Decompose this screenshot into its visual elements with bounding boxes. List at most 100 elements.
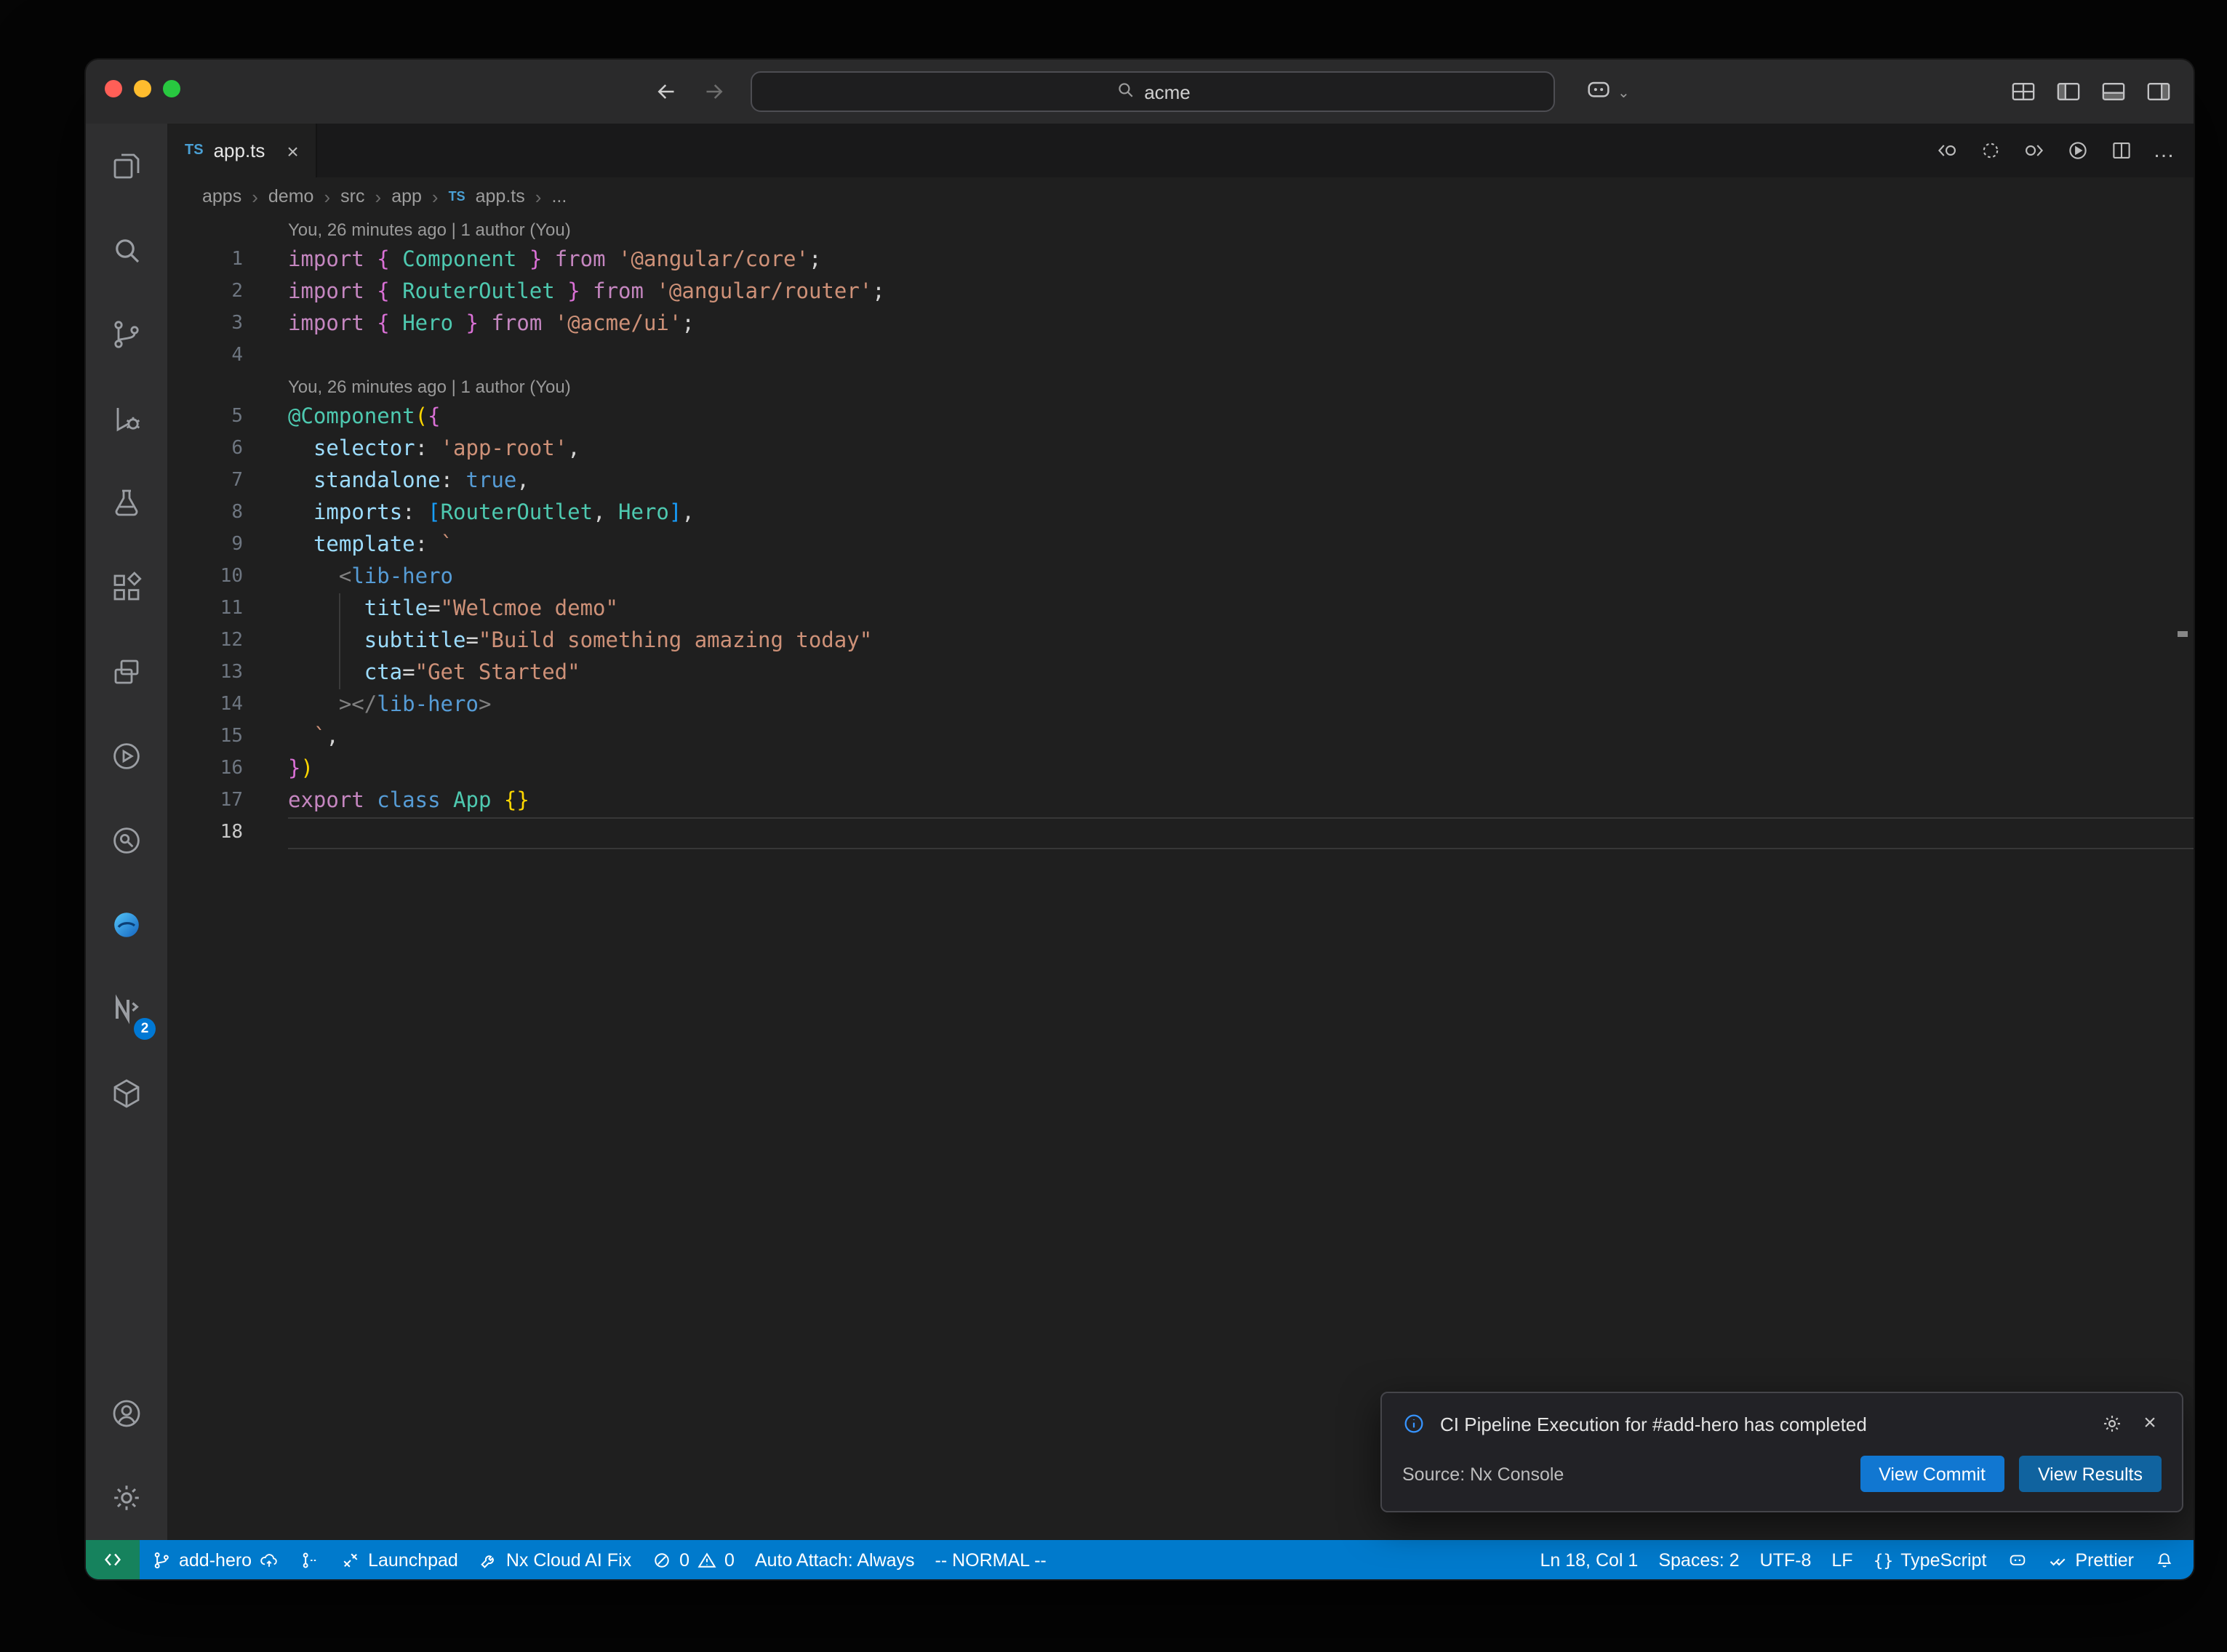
code-line-4[interactable]: 4: [167, 340, 2194, 372]
code-line-13[interactable]: 13 cta="Get Started": [167, 657, 2194, 689]
overview-ruler[interactable]: [2173, 215, 2194, 1540]
remote-indicator[interactable]: [86, 1540, 140, 1579]
notification-settings-gear-icon[interactable]: [2100, 1412, 2124, 1435]
breadcrumb-item-file[interactable]: app.ts: [476, 186, 525, 206]
run-debug-icon[interactable]: [86, 377, 167, 461]
command-center-search[interactable]: acme: [751, 71, 1555, 112]
dependencies-icon[interactable]: [86, 1051, 167, 1136]
vim-mode-item[interactable]: -- NORMAL --: [925, 1540, 1057, 1579]
toggle-sidebar-left-icon[interactable]: [2054, 77, 2083, 106]
code-line-9[interactable]: 9 template: `: [167, 529, 2194, 561]
code-text: export class App {}: [288, 785, 2194, 817]
close-tab-icon[interactable]: ×: [287, 139, 298, 162]
run-target-icon[interactable]: [86, 714, 167, 798]
code-line-14[interactable]: 14 ></lib-hero>: [167, 689, 2194, 721]
code-line-1[interactable]: 1import { Component } from '@angular/cor…: [167, 244, 2194, 276]
accounts-icon[interactable]: [86, 1371, 167, 1456]
minimize-window-button[interactable]: [134, 80, 151, 97]
code-search-icon[interactable]: [86, 798, 167, 883]
breadcrumb-item-app[interactable]: app: [391, 186, 422, 206]
codelens-blame[interactable]: You, 26 minutes ago | 1 author (You): [167, 215, 2194, 244]
code-line-18[interactable]: 18: [167, 817, 2194, 849]
code-token: {: [377, 281, 389, 304]
refresh-icon[interactable]: [1978, 138, 2003, 163]
view-results-button[interactable]: View Results: [2019, 1456, 2162, 1492]
nx-console-icon[interactable]: 2: [86, 967, 167, 1051]
git-branch-item[interactable]: add-hero: [141, 1540, 289, 1579]
explorer-icon[interactable]: [86, 124, 167, 208]
code-line-12[interactable]: 12 subtitle="Build something amazing tod…: [167, 625, 2194, 657]
code-token: [542, 249, 554, 272]
code-token: [288, 630, 339, 653]
toggle-sidebar-right-icon[interactable]: [2144, 77, 2173, 106]
typescript-file-icon: TS: [185, 143, 204, 159]
search-icon[interactable]: [86, 208, 167, 292]
view-commit-button[interactable]: View Commit: [1860, 1456, 2004, 1492]
toggle-panel-icon[interactable]: [2099, 77, 2128, 106]
code-line-17[interactable]: 17export class App {}: [167, 785, 2194, 817]
code-line-5[interactable]: 5@Component({: [167, 401, 2194, 433]
code-text: cta="Get Started": [288, 657, 2194, 689]
code-line-7[interactable]: 7 standalone: true,: [167, 465, 2194, 497]
more-actions-icon[interactable]: …: [2153, 138, 2176, 163]
encoding-item[interactable]: UTF-8: [1750, 1540, 1822, 1579]
code-text: subtitle="Build something amazing today": [288, 625, 2194, 657]
code-line-2[interactable]: 2import { RouterOutlet } from '@angular/…: [167, 276, 2194, 308]
breadcrumb-item-apps[interactable]: apps: [202, 186, 241, 206]
notification-close-icon[interactable]: ×: [2138, 1412, 2162, 1435]
close-window-button[interactable]: [105, 80, 122, 97]
eol-item[interactable]: LF: [1821, 1540, 1863, 1579]
zoom-window-button[interactable]: [163, 80, 180, 97]
code-token: :: [415, 534, 441, 557]
problems-item[interactable]: 0 0: [641, 1540, 745, 1579]
launchpad-item[interactable]: Launchpad: [330, 1540, 468, 1579]
testing-icon[interactable]: [86, 461, 167, 545]
code-line-16[interactable]: 16}): [167, 753, 2194, 785]
notifications-bell-icon[interactable]: [2144, 1540, 2185, 1579]
copilot-status-item[interactable]: [1996, 1540, 2037, 1579]
code-token: export: [288, 790, 364, 813]
run-file-icon[interactable]: [2066, 138, 2090, 163]
forward-arrow-icon[interactable]: [701, 79, 727, 105]
settings-icon[interactable]: [86, 1456, 167, 1540]
code-token: (: [415, 406, 428, 429]
remote-explorer-icon[interactable]: [86, 630, 167, 714]
split-editor-icon[interactable]: [2109, 138, 2134, 163]
codelens-blame[interactable]: You, 26 minutes ago | 1 author (You): [167, 372, 2194, 401]
browser-tools-icon[interactable]: [86, 883, 167, 967]
next-change-icon[interactable]: [2022, 138, 2047, 163]
desktop: acme ⌄: [0, 0, 2227, 1652]
breadcrumb-item-src[interactable]: src: [340, 186, 364, 206]
auto-attach-item[interactable]: Auto Attach: Always: [745, 1540, 925, 1579]
language-mode-item[interactable]: {} TypeScript: [1863, 1540, 1997, 1579]
customize-layout-icon[interactable]: [2009, 77, 2038, 106]
code-editor[interactable]: You, 26 minutes ago | 1 author (You)1imp…: [167, 215, 2194, 1540]
nx-cloud-fix-item[interactable]: Nx Cloud AI Fix: [468, 1540, 641, 1579]
source-control-icon[interactable]: [86, 292, 167, 377]
tab-app-ts[interactable]: TS app.ts ×: [167, 124, 318, 177]
code-token: }: [529, 249, 542, 272]
code-token: :: [415, 438, 441, 461]
code-line-11[interactable]: 11 title="Welcmoe demo": [167, 593, 2194, 625]
code-line-6[interactable]: 6 selector: 'app-root',: [167, 433, 2194, 465]
code-token: `: [313, 726, 326, 749]
indentation-item[interactable]: Spaces: 2: [1648, 1540, 1749, 1579]
assistant-menu-button[interactable]: ⌄: [1584, 76, 1630, 112]
cursor-position-item[interactable]: Ln 18, Col 1: [1530, 1540, 1649, 1579]
previous-change-icon[interactable]: [1935, 138, 1959, 163]
gitlens-launchpad-icon[interactable]: [289, 1540, 330, 1579]
code-line-10[interactable]: 10 <lib-hero: [167, 561, 2194, 593]
code-text: }): [288, 753, 2194, 785]
code-token: title: [364, 598, 428, 621]
line-number: 1: [167, 244, 269, 276]
back-arrow-icon[interactable]: [653, 79, 679, 105]
breadcrumb-item-demo[interactable]: demo: [268, 186, 314, 206]
code-line-15[interactable]: 15 `,: [167, 721, 2194, 753]
code-token: [364, 790, 377, 813]
extensions-icon[interactable]: [86, 545, 167, 630]
code-line-8[interactable]: 8 imports: [RouterOutlet, Hero],: [167, 497, 2194, 529]
breadcrumb-symbol-tail[interactable]: ...: [551, 186, 567, 206]
code-line-3[interactable]: 3import { Hero } from '@acme/ui';: [167, 308, 2194, 340]
formatter-item[interactable]: Prettier: [2037, 1540, 2144, 1579]
code-token: import: [288, 281, 364, 304]
